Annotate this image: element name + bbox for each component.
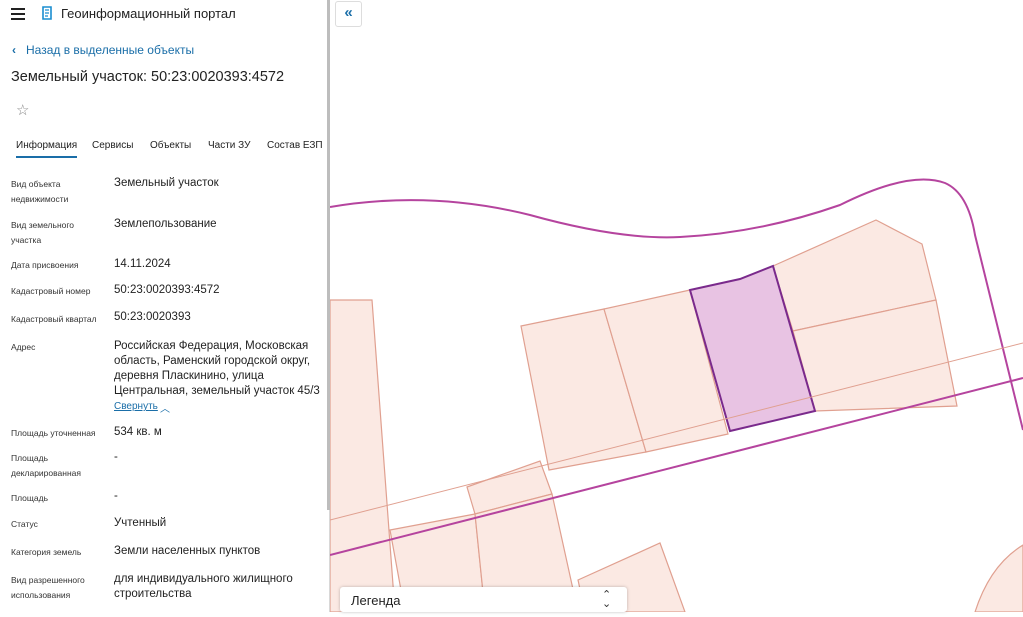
double-chevron-left-icon[interactable]: « [335, 1, 362, 27]
property-value: - [114, 451, 118, 463]
page-title: Земельный участок: 50:23:0020393:4572 [11, 69, 285, 85]
info-panel: Геоинформационный портал ‹ Назад в выделе… [0, 0, 330, 612]
back-link[interactable]: ‹ Назад в выделенные объекты [12, 43, 194, 57]
portal-logo-icon [42, 6, 52, 20]
property-value: Земли населенных пунктов [114, 545, 261, 557]
land-parcel [974, 544, 1023, 613]
property-label: Вид разрешенного использования [11, 575, 85, 600]
property-label: Площадь [11, 493, 49, 503]
map-canvas[interactable] [329, 0, 1023, 613]
app-title: Геоинформационный портал [61, 6, 236, 21]
property-label: Кадастровый квартал [11, 314, 97, 324]
back-link-label: Назад в выделенные объекты [26, 43, 195, 57]
property-label: Статус [11, 519, 38, 529]
property-label: Вид земельного участка [11, 220, 75, 245]
property-value: Землепользование [114, 218, 217, 230]
collapse-address-link[interactable]: Свернуть [114, 401, 158, 412]
chevron-left-icon: ‹ [12, 43, 16, 57]
chevron-up-icon[interactable]: ︿ [160, 400, 170, 415]
hamburger-icon[interactable] [11, 8, 25, 20]
property-value: - [114, 490, 118, 502]
property-label: Категория земель [11, 547, 82, 557]
star-icon[interactable]: ☆ [16, 101, 29, 119]
property-value: 50:23:0020393 [114, 311, 191, 323]
map-layer [329, 178, 1023, 613]
address-value: Российская Федерация, Московская область,… [114, 340, 320, 397]
property-label: Площадь уточненная [11, 428, 96, 438]
tab-services[interactable]: Сервисы [92, 140, 133, 151]
land-parcel [329, 299, 396, 613]
property-value: Учтенный [114, 517, 167, 529]
chevron-updown-icon[interactable]: ⌃ ⌄ [602, 590, 611, 610]
property-label: Вид объекта недвижимости [11, 179, 69, 204]
property-value: 534 кв. м [114, 426, 162, 438]
tab-information[interactable]: Информация [16, 140, 78, 158]
property-value: Земельный участок [114, 177, 219, 189]
tab-bar: Информация Сервисы Объекты Части ЗУ Сост… [0, 138, 329, 160]
tab-composition[interactable]: Состав ЕЗП [267, 140, 323, 151]
app-header: Геоинформационный портал [0, 0, 329, 28]
tab-objects[interactable]: Объекты [150, 140, 191, 151]
property-value: 14.11.2024 [114, 258, 171, 270]
legend-label: Легенда [351, 593, 401, 608]
property-label: Адрес [11, 342, 36, 352]
property-label: Дата присвоения [11, 260, 79, 270]
property-label: Площадь декларированная [11, 453, 81, 478]
property-value: 50:23:0020393:4572 [114, 284, 220, 296]
tab-parts[interactable]: Части ЗУ [208, 140, 250, 151]
property-value: для индивидуального жилищного строительст… [114, 573, 293, 600]
legend-panel[interactable]: Легенда ⌃ ⌄ [340, 587, 627, 612]
property-label: Кадастровый номер [11, 286, 91, 296]
